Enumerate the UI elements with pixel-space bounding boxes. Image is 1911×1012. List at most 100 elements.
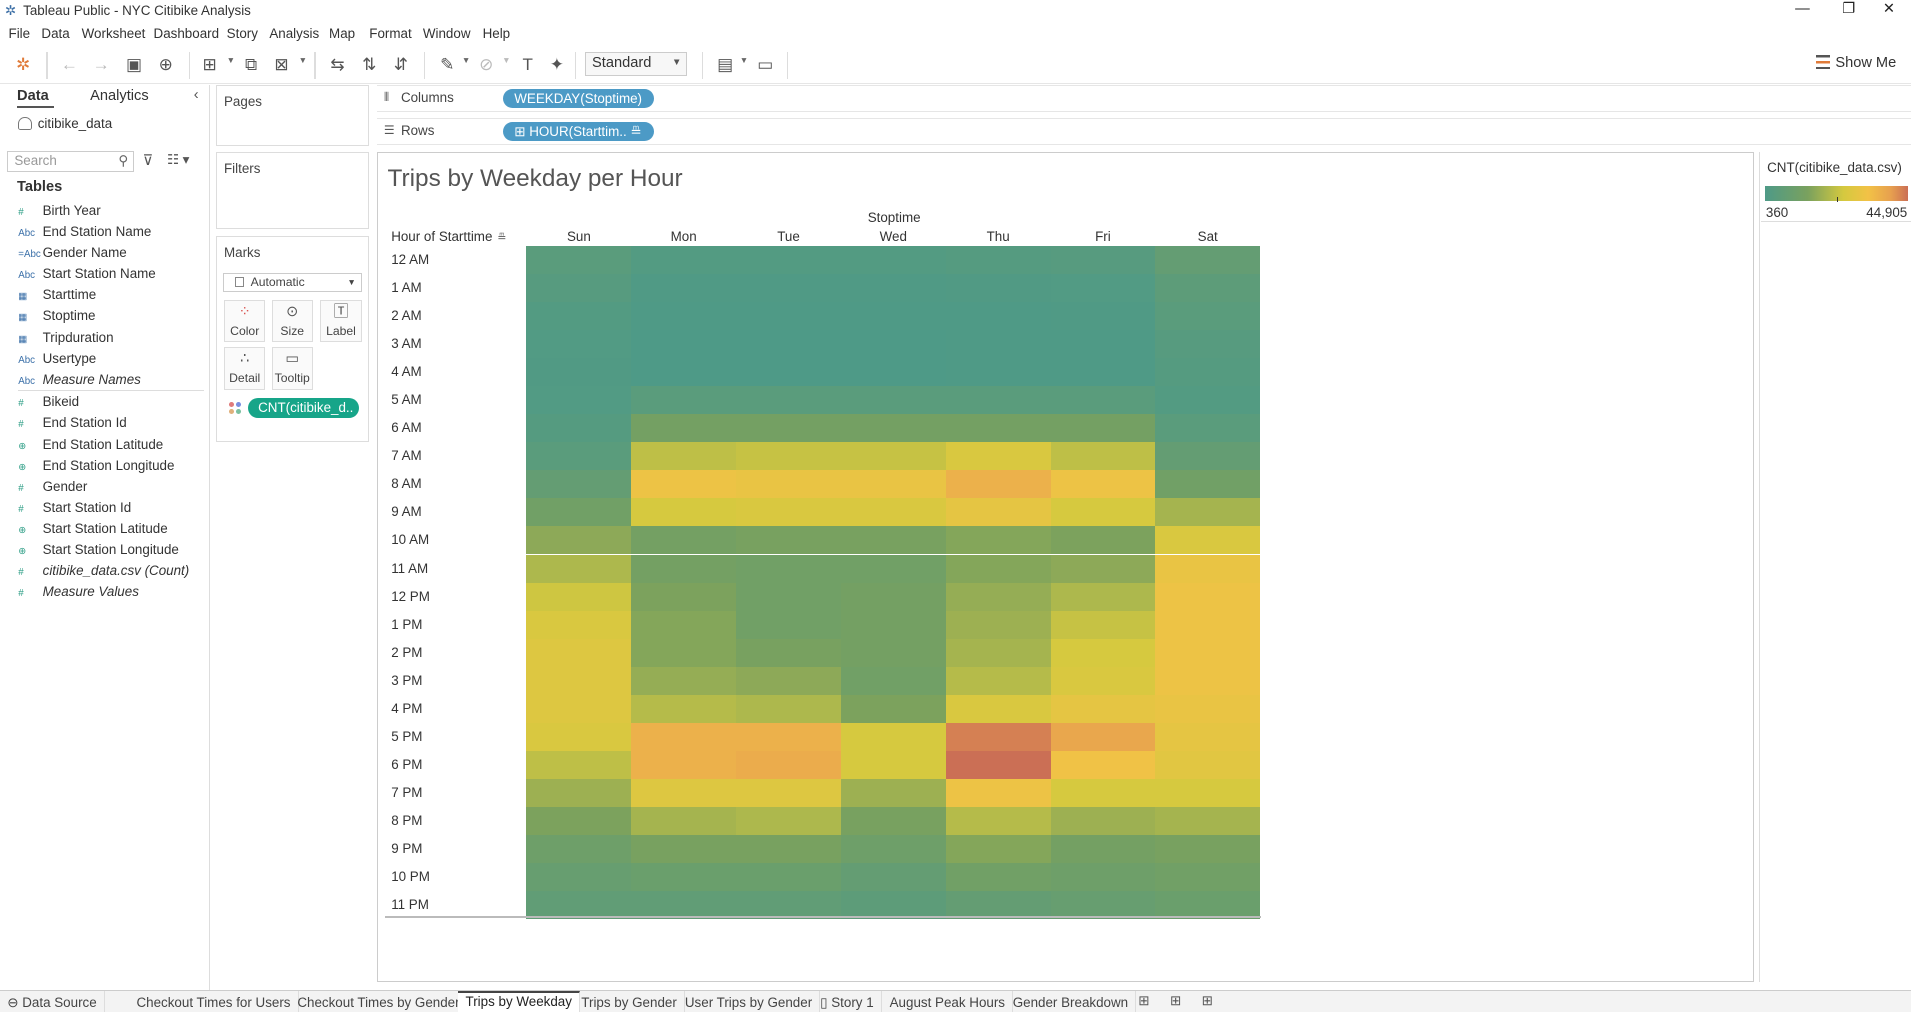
- heatmap-cell[interactable]: [1155, 778, 1261, 807]
- heatmap-cell[interactable]: [1155, 582, 1261, 611]
- heatmap-cell[interactable]: [1050, 246, 1156, 275]
- new-worksheet-dropdown-icon[interactable]: ▼: [227, 55, 235, 65]
- heatmap-cell[interactable]: [1050, 358, 1156, 387]
- heatmap-cell[interactable]: [526, 554, 632, 583]
- heatmap-cell[interactable]: [840, 722, 946, 751]
- heatmap-cell[interactable]: [840, 666, 946, 695]
- heatmap-cell[interactable]: [736, 610, 841, 639]
- heatmap-cell[interactable]: [1155, 470, 1261, 499]
- heatmap-cell[interactable]: [526, 330, 632, 359]
- tab-gender-breakdown[interactable]: Gender Breakdown: [1005, 990, 1137, 1012]
- heatmap-cell[interactable]: [1155, 890, 1261, 919]
- heatmap-cell[interactable]: [945, 386, 1051, 415]
- row-header[interactable]: 10 AM: [391, 526, 513, 554]
- heatmap-cell[interactable]: [1050, 862, 1156, 891]
- heatmap-cell[interactable]: [1155, 666, 1261, 695]
- new-worksheet-icon[interactable]: ⊞: [199, 54, 221, 76]
- sort-ascending-icon[interactable]: ⇅: [358, 54, 380, 76]
- heatmap-cell[interactable]: [526, 862, 632, 891]
- heatmap-cell[interactable]: [1050, 582, 1156, 611]
- heatmap-cell[interactable]: [945, 806, 1051, 835]
- menu-data[interactable]: Data: [41, 26, 69, 41]
- heatmap-cell[interactable]: [840, 582, 946, 611]
- column-header[interactable]: Tue: [736, 229, 841, 244]
- redo-icon[interactable]: →: [90, 54, 112, 76]
- heatmap-cell[interactable]: [736, 302, 841, 331]
- menu-worksheet[interactable]: Worksheet: [82, 26, 146, 41]
- heatmap-cell[interactable]: [1155, 610, 1261, 639]
- heatmap-cell[interactable]: [840, 806, 946, 835]
- heatmap-cell[interactable]: [736, 722, 841, 751]
- heatmap-cell[interactable]: [736, 666, 841, 695]
- heatmap-cell[interactable]: [1155, 386, 1261, 415]
- heatmap-cell[interactable]: [736, 694, 841, 723]
- row-header[interactable]: 8 AM: [391, 470, 513, 498]
- group-dropdown-icon[interactable]: ▼: [502, 55, 510, 65]
- heatmap-cell[interactable]: [1050, 610, 1156, 639]
- heatmap-cell[interactable]: [840, 554, 946, 583]
- tab-analytics[interactable]: Analytics: [90, 85, 148, 108]
- heatmap-cell[interactable]: [631, 246, 737, 275]
- heatmap-cell[interactable]: [631, 442, 737, 471]
- heatmap-cell[interactable]: [631, 638, 737, 667]
- heatmap-cell[interactable]: [945, 778, 1051, 807]
- heatmap-cell[interactable]: [631, 358, 737, 387]
- heatmap-cell[interactable]: [631, 554, 737, 583]
- heatmap-cell[interactable]: [736, 582, 841, 611]
- heatmap-cell[interactable]: [631, 610, 737, 639]
- view-options-icon[interactable]: ☷ ▾: [167, 152, 189, 168]
- row-header[interactable]: 10 PM: [391, 863, 513, 891]
- menu-format[interactable]: Format: [369, 26, 411, 41]
- heatmap-cell[interactable]: [526, 778, 632, 807]
- heatmap-cell[interactable]: [1155, 414, 1261, 443]
- pages-card[interactable]: Pages: [215, 85, 370, 147]
- field-item[interactable]: Abc Measure Names: [18, 370, 141, 389]
- heatmap-cell[interactable]: [526, 358, 632, 387]
- heatmap-cell[interactable]: [1050, 806, 1156, 835]
- heatmap-cell[interactable]: [1050, 778, 1156, 807]
- heatmap-cell[interactable]: [945, 526, 1051, 555]
- heatmap-cell[interactable]: [840, 470, 946, 499]
- menu-story[interactable]: Story: [227, 26, 258, 41]
- heatmap-cell[interactable]: [1155, 330, 1261, 359]
- heatmap-cell[interactable]: [1155, 302, 1261, 331]
- heatmap-cell[interactable]: [631, 834, 737, 863]
- field-item[interactable]: ▦ Starttime: [18, 285, 96, 304]
- heatmap-cell[interactable]: [736, 806, 841, 835]
- heatmap-cell[interactable]: [945, 610, 1051, 639]
- heatmap-cell[interactable]: [736, 358, 841, 387]
- heatmap-cell[interactable]: [1155, 806, 1261, 835]
- row-header[interactable]: 4 AM: [391, 358, 513, 386]
- presentation-mode-icon[interactable]: ▭: [754, 54, 776, 76]
- heatmap-cell[interactable]: [840, 498, 946, 527]
- heatmap-cell[interactable]: [840, 386, 946, 415]
- sort-descending-icon[interactable]: ⇵: [390, 54, 412, 76]
- new-worksheet-tab-icon[interactable]: ⊞: [1138, 993, 1149, 1009]
- duplicate-sheet-icon[interactable]: ⧉: [240, 54, 262, 76]
- heatmap-cell[interactable]: [526, 666, 632, 695]
- heatmap-cell[interactable]: [1050, 302, 1156, 331]
- heatmap-cell[interactable]: [840, 330, 946, 359]
- fit-select[interactable]: Standard ▼: [584, 52, 688, 76]
- heatmap-cell[interactable]: [631, 386, 737, 415]
- heatmap-cell[interactable]: [945, 498, 1051, 527]
- heatmap-cell[interactable]: [840, 778, 946, 807]
- heatmap-cell[interactable]: [526, 414, 632, 443]
- heatmap-cell[interactable]: [736, 750, 841, 779]
- heatmap-cell[interactable]: [1050, 554, 1156, 583]
- row-header[interactable]: 8 PM: [391, 807, 513, 835]
- heatmap-cell[interactable]: [1155, 862, 1261, 891]
- tab-checkout-times-for-users[interactable]: Checkout Times for Users: [129, 990, 299, 1012]
- heatmap-cell[interactable]: [840, 358, 946, 387]
- new-dashboard-tab-icon[interactable]: ⊞: [1170, 993, 1181, 1009]
- heatmap-cell[interactable]: [631, 526, 737, 555]
- heatmap-cell[interactable]: [945, 666, 1051, 695]
- heatmap-cell[interactable]: [631, 694, 737, 723]
- heatmap-cell[interactable]: [840, 526, 946, 555]
- heatmap-cell[interactable]: [1155, 694, 1261, 723]
- row-header[interactable]: 3 AM: [391, 330, 513, 358]
- tableau-home-icon[interactable]: ✲: [12, 54, 34, 76]
- heatmap-cell[interactable]: [526, 470, 632, 499]
- heatmap-cell[interactable]: [1050, 750, 1156, 779]
- heatmap-cell[interactable]: [526, 806, 632, 835]
